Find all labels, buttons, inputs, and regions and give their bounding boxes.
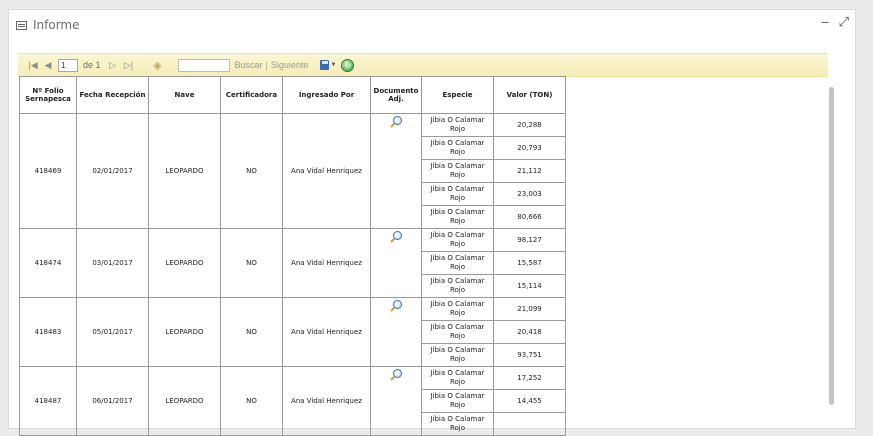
valor-cell: 15,587 bbox=[493, 251, 566, 275]
fecha-cell: 02/01/2017 bbox=[76, 113, 149, 229]
last-page-icon[interactable]: ▷| bbox=[122, 58, 136, 72]
especie-cell: Jibia O Calamar Rojo bbox=[421, 366, 494, 390]
documento-cell bbox=[370, 366, 422, 436]
valor-cell bbox=[493, 412, 566, 436]
documento-cell bbox=[370, 228, 422, 298]
especie-cell: Jibia O Calamar Rojo bbox=[421, 343, 494, 367]
expand-icon[interactable]: ⤢ bbox=[839, 15, 849, 28]
ingresado-cell: Ana Vidal Henriquez bbox=[282, 366, 371, 436]
valor-cell: 17,252 bbox=[493, 366, 566, 390]
valor-cell: 93,751 bbox=[493, 343, 566, 367]
back-to-parent-icon[interactable]: ◈ bbox=[150, 58, 166, 72]
folio-cell: 418487 bbox=[19, 366, 77, 436]
export-button[interactable]: ▼ bbox=[320, 58, 336, 72]
especie-cell: Jibia O Calamar Rojo bbox=[421, 320, 494, 344]
window-controls: – ⤢ bbox=[821, 15, 849, 28]
search-input[interactable] bbox=[177, 58, 230, 72]
ingresado-cell: Ana Vidal Henriquez bbox=[282, 297, 371, 367]
column-header-folio: Nº Folio Sernapesca bbox=[19, 76, 77, 114]
especie-cell: Jibia O Calamar Rojo bbox=[421, 412, 494, 436]
table-row: 418474 03/01/2017 LEOPARDO NO Ana Vidal Henr… bbox=[19, 228, 566, 298]
valor-cell: 23,003 bbox=[493, 182, 566, 206]
column-header-nave: Nave bbox=[148, 76, 221, 114]
certificadora-cell: NO bbox=[220, 113, 283, 229]
valor-cell: 20,793 bbox=[493, 136, 566, 160]
siguiente-link[interactable]: Siguiente bbox=[271, 60, 309, 70]
next-page-icon[interactable]: ▷ bbox=[107, 58, 119, 72]
documento-cell bbox=[370, 113, 422, 229]
page-count-label: de 1 bbox=[83, 60, 101, 70]
certificadora-cell: NO bbox=[220, 297, 283, 367]
refresh-icon[interactable]: ↻ bbox=[341, 58, 355, 72]
magnifier-icon[interactable] bbox=[390, 300, 402, 313]
especie-cell: Jibia O Calamar Rojo bbox=[421, 389, 494, 413]
column-header-fecha: Fecha Recepción bbox=[76, 76, 149, 114]
valor-cell: 80,666 bbox=[493, 205, 566, 229]
minimize-icon[interactable]: – bbox=[821, 15, 828, 28]
column-header-valor: Valor (TON) bbox=[493, 76, 566, 114]
folio-cell: 418469 bbox=[19, 113, 77, 229]
column-header-documento: Documento Adj. bbox=[370, 76, 422, 114]
valor-cell: 20,288 bbox=[493, 113, 566, 137]
especie-cell: Jibia O Calamar Rojo bbox=[421, 274, 494, 298]
dropdown-caret-icon: ▼ bbox=[330, 62, 337, 68]
folio-cell: 418474 bbox=[19, 228, 77, 298]
magnifier-icon[interactable] bbox=[390, 369, 402, 382]
ingresado-cell: Ana Vidal Henriquez bbox=[282, 228, 371, 298]
panel-title: Informe bbox=[33, 18, 80, 32]
folio-cell: 418483 bbox=[19, 297, 77, 367]
vertical-scrollbar[interactable] bbox=[829, 87, 834, 405]
save-disk-icon bbox=[320, 60, 330, 70]
nave-cell: LEOPARDO bbox=[148, 297, 221, 367]
table-body: 418469 02/01/2017 LEOPARDO NO Ana Vidal Henr… bbox=[19, 113, 566, 436]
table-header-row: Nº Folio Sernapesca Fecha Recepción Nave… bbox=[19, 76, 566, 114]
ingresado-cell: Ana Vidal Henriquez bbox=[282, 113, 371, 229]
table-row: 418469 02/01/2017 LEOPARDO NO Ana Vidal Henr… bbox=[19, 113, 566, 229]
column-header-certificadora: Certificadora bbox=[220, 76, 283, 114]
column-header-especie: Especie bbox=[421, 76, 494, 114]
especie-cell: Jibia O Calamar Rojo bbox=[421, 136, 494, 160]
report-toolbar: |◀ ◀ de 1 ▷ ▷| ◈ Buscar | Siguiente ▼ ↻ bbox=[18, 53, 828, 77]
page-number-input[interactable] bbox=[58, 58, 78, 72]
especie-cell: Jibia O Calamar Rojo bbox=[421, 205, 494, 229]
especie-cell: Jibia O Calamar Rojo bbox=[421, 182, 494, 206]
column-header-ingresado: Ingresado Por bbox=[282, 76, 371, 114]
especie-cell: Jibia O Calamar Rojo bbox=[421, 251, 494, 275]
fecha-cell: 05/01/2017 bbox=[76, 297, 149, 367]
report-table: Nº Folio Sernapesca Fecha Recepción Nave… bbox=[19, 76, 566, 436]
fecha-cell: 03/01/2017 bbox=[76, 228, 149, 298]
toolbar-separator: | bbox=[265, 60, 268, 70]
first-page-icon[interactable]: |◀ bbox=[26, 58, 40, 72]
fecha-cell: 06/01/2017 bbox=[76, 366, 149, 436]
especie-cell: Jibia O Calamar Rojo bbox=[421, 159, 494, 183]
magnifier-icon[interactable] bbox=[390, 116, 402, 129]
nave-cell: LEOPARDO bbox=[148, 113, 221, 229]
valor-cell: 20,418 bbox=[493, 320, 566, 344]
documento-cell bbox=[370, 297, 422, 367]
report-icon bbox=[16, 20, 27, 30]
table-row: 418487 06/01/2017 LEOPARDO NO Ana Vidal Henr… bbox=[19, 366, 566, 436]
especie-cell: Jibia O Calamar Rojo bbox=[421, 228, 494, 252]
valor-cell: 98,127 bbox=[493, 228, 566, 252]
panel-header: Informe bbox=[16, 16, 80, 34]
valor-cell: 21,112 bbox=[493, 159, 566, 183]
table-row: 418483 05/01/2017 LEOPARDO NO Ana Vidal Henr… bbox=[19, 297, 566, 367]
valor-cell: 15,114 bbox=[493, 274, 566, 298]
certificadora-cell: NO bbox=[220, 228, 283, 298]
especie-cell: Jibia O Calamar Rojo bbox=[421, 113, 494, 137]
magnifier-icon[interactable] bbox=[390, 231, 402, 244]
previous-page-icon[interactable]: ◀ bbox=[42, 58, 54, 72]
valor-cell: 21,099 bbox=[493, 297, 566, 321]
valor-cell: 14,455 bbox=[493, 389, 566, 413]
buscar-link[interactable]: Buscar bbox=[235, 60, 263, 70]
especie-cell: Jibia O Calamar Rojo bbox=[421, 297, 494, 321]
nave-cell: LEOPARDO bbox=[148, 366, 221, 436]
nave-cell: LEOPARDO bbox=[148, 228, 221, 298]
certificadora-cell: NO bbox=[220, 366, 283, 436]
